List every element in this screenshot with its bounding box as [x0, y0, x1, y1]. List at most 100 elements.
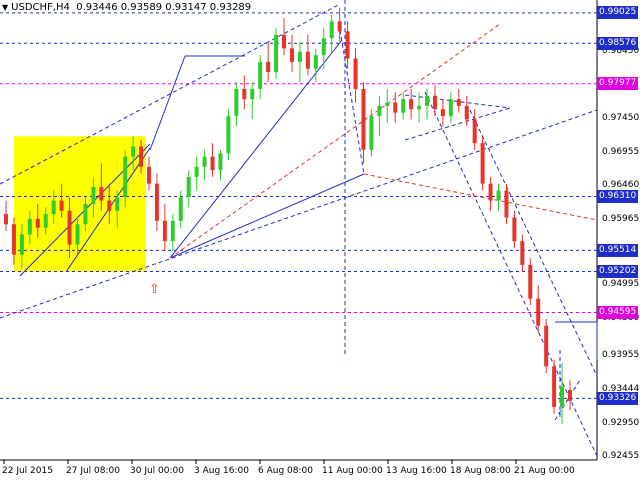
candle-body-41 — [329, 21, 334, 39]
level-price-badge: 0.97977 — [597, 77, 638, 91]
candle-body-31 — [250, 88, 255, 100]
y-tick-label: 0.96955 — [602, 146, 640, 157]
level-price-badge: 0.99025 — [597, 6, 638, 20]
candle-body-60 — [480, 143, 485, 184]
candle-body-66 — [528, 264, 533, 299]
candle-body-30 — [242, 88, 247, 100]
candle-body-69 — [552, 366, 557, 407]
candle-body-33 — [266, 61, 271, 73]
candle-body-49 — [393, 102, 398, 113]
y-tick-label: 0.96460 — [602, 180, 640, 191]
trend-line-11 — [169, 173, 365, 259]
candle-body-58 — [464, 105, 469, 120]
candle-body-24 — [194, 166, 199, 177]
candle-body-22 — [178, 197, 183, 221]
candle-body-32 — [258, 61, 263, 89]
candle-body-51 — [409, 99, 414, 110]
price-chart — [0, 0, 598, 464]
candle-body-52 — [417, 105, 422, 110]
candle-body-47 — [377, 105, 382, 117]
candle-body-10 — [83, 203, 88, 225]
level-price-badge: 0.95202 — [597, 264, 638, 278]
candle-body-59 — [472, 119, 477, 144]
up-arrow-icon: ⇧ — [149, 282, 160, 297]
candle-body-11 — [91, 187, 96, 204]
candle-body-71 — [568, 389, 572, 401]
y-tick-label: 0.94995 — [602, 279, 640, 290]
level-price-badge: 0.95514 — [597, 243, 638, 257]
candle-body-15 — [123, 156, 128, 198]
trend-line-3 — [469, 109, 598, 377]
candle-body-29 — [234, 88, 239, 117]
level-price-badge: 0.93326 — [597, 391, 638, 405]
candle-body-16 — [131, 146, 136, 157]
candle-body-55 — [440, 109, 445, 117]
trend-line-12 — [169, 23, 501, 259]
candle-body-48 — [385, 102, 390, 106]
candle-body-54 — [432, 95, 437, 110]
trend-line-6 — [149, 55, 186, 151]
candle-body-2 — [19, 234, 24, 255]
candle-body-3 — [27, 218, 32, 235]
candle-body-39 — [313, 55, 318, 69]
candle-body-67 — [536, 298, 541, 326]
candle-body-21 — [170, 220, 175, 242]
candle-body-68 — [544, 325, 549, 367]
chevron-down-icon[interactable]: ▼ — [2, 3, 8, 12]
x-tick-label: 6 Aug 08:00 — [258, 466, 313, 476]
candle-body-27 — [218, 153, 223, 171]
y-tick-label: 0.95965 — [602, 213, 640, 224]
candle-body-5 — [43, 214, 48, 228]
x-tick-label: 21 Aug 00:00 — [514, 466, 575, 476]
candle-body-35 — [282, 34, 287, 49]
candle-body-19 — [154, 183, 159, 221]
candle-body-14 — [115, 197, 120, 211]
y-tick-label: 0.93955 — [602, 349, 640, 360]
candle-body-34 — [274, 34, 279, 73]
candle-body-50 — [401, 99, 406, 113]
candle-body-38 — [305, 51, 310, 69]
ohlc-readout: 0.93446 0.93589 0.93147 0.93289 — [76, 2, 252, 13]
candle-body-7 — [59, 200, 64, 211]
level-price-badge: 0.94595 — [597, 306, 638, 320]
candle-body-65 — [520, 241, 525, 265]
candle-body-46 — [369, 116, 374, 150]
candle-body-8 — [67, 210, 72, 245]
candle-body-45 — [361, 88, 366, 150]
candle-body-70 — [560, 386, 565, 407]
candle-body-13 — [107, 200, 112, 211]
candle-body-42 — [337, 21, 342, 32]
candle-body-61 — [488, 183, 493, 201]
x-tick-label: 30 Jul 00:00 — [130, 466, 184, 476]
candle-body-23 — [186, 176, 191, 198]
candle-body-37 — [297, 51, 302, 62]
candle-body-64 — [512, 217, 517, 242]
x-tick-label: 11 Aug 00:00 — [322, 466, 383, 476]
candle-body-62 — [496, 190, 501, 201]
x-tick-label: 27 Jul 08:00 — [66, 466, 120, 476]
candle-body-12 — [99, 187, 104, 201]
candle-body-53 — [425, 95, 430, 106]
candle-body-63 — [504, 190, 509, 218]
candle-body-36 — [289, 48, 294, 62]
candle-body-17 — [139, 146, 144, 167]
x-tick-label: 18 Aug 08:00 — [450, 466, 511, 476]
chart-window: ▼ USDCHF,H4 0.93446 0.93589 0.93147 0.932… — [0, 0, 640, 480]
trend-line-14 — [339, 29, 365, 175]
candle-body-6 — [51, 200, 56, 215]
trend-line-19 — [554, 379, 581, 421]
y-tick-label: 0.97450 — [602, 113, 640, 124]
candle-body-1 — [11, 224, 16, 255]
candle-body-20 — [162, 220, 167, 242]
candle-body-26 — [210, 156, 215, 171]
x-tick-label: 13 Aug 16:00 — [386, 466, 447, 476]
level-price-badge: 0.98576 — [597, 36, 638, 50]
candle-body-43 — [345, 31, 350, 59]
candle-body-28 — [226, 116, 231, 154]
y-tick-label: 0.92950 — [602, 417, 640, 428]
trend-line-18 — [404, 107, 511, 141]
chart-header: ▼ USDCHF,H4 0.93446 0.93589 0.93147 0.932… — [2, 2, 251, 13]
trend-line-0 — [0, 3, 341, 185]
candle-body-4 — [35, 218, 40, 228]
level-price-badge: 0.96310 — [597, 190, 638, 203]
